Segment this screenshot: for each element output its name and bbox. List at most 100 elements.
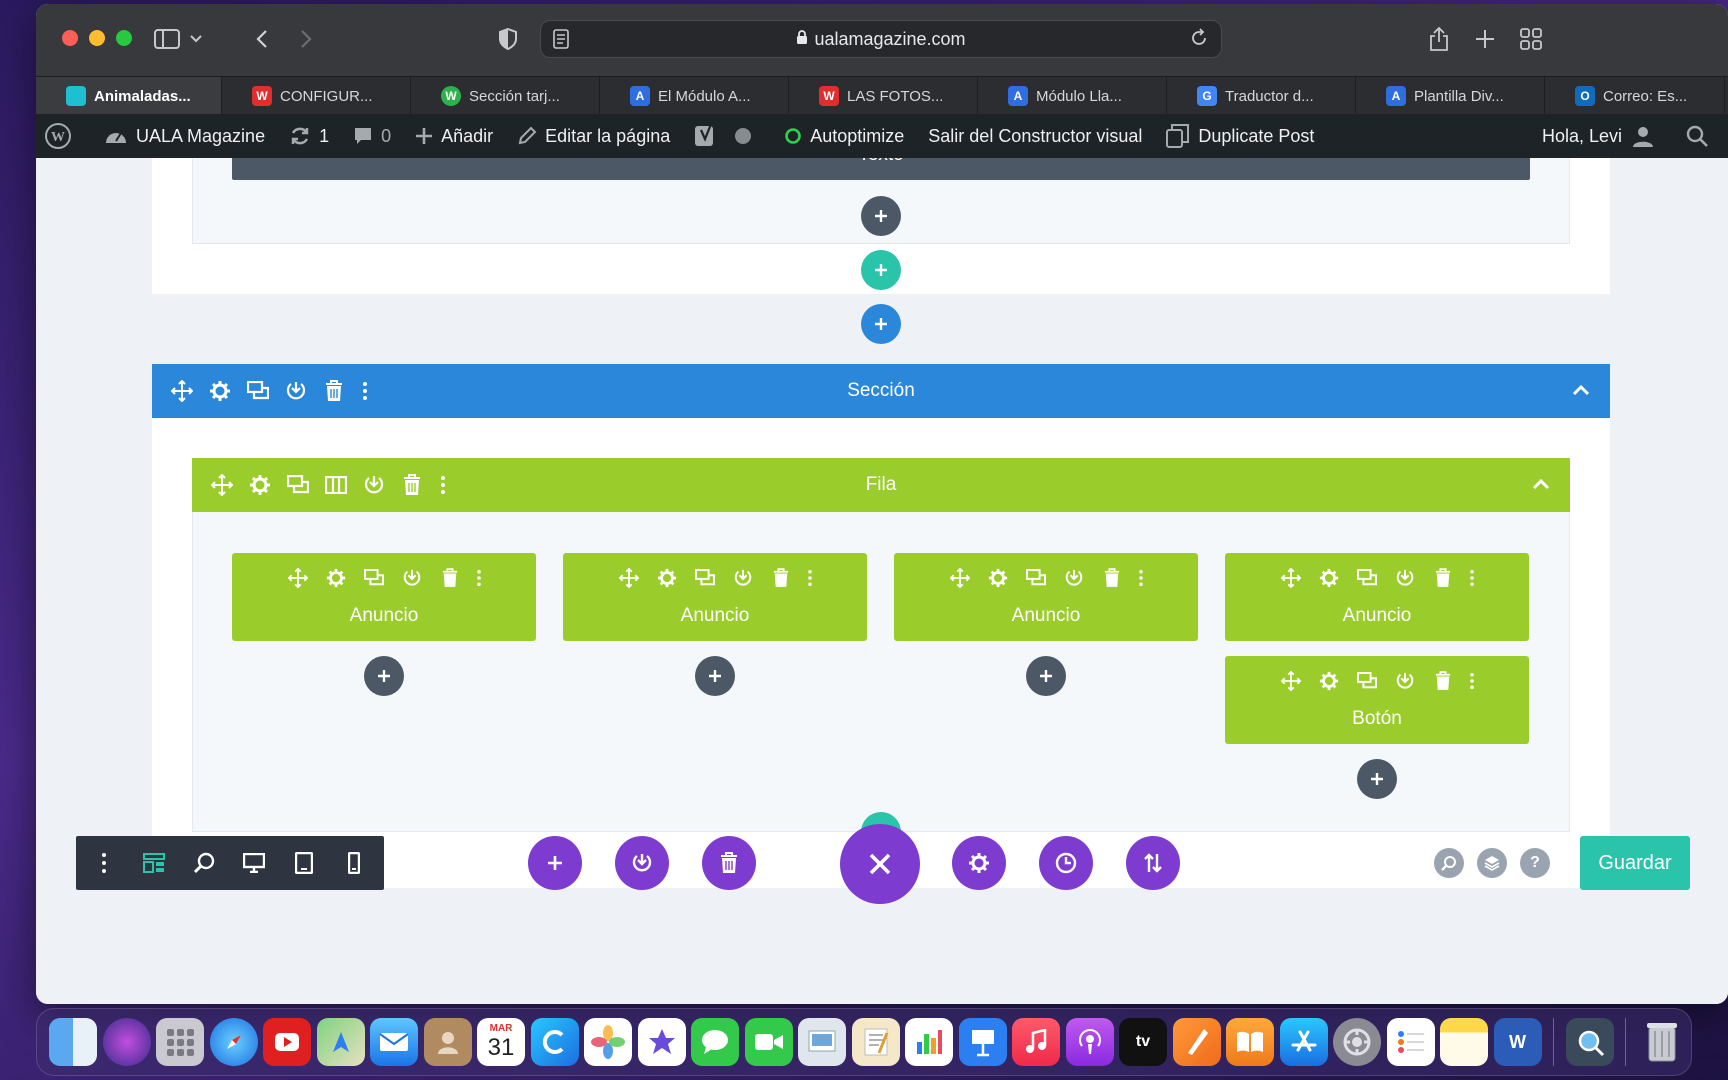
module-anuncio-4[interactable]: Anuncio: [1225, 553, 1529, 641]
page-settings-button[interactable]: [952, 836, 1006, 890]
add-layout-button[interactable]: [528, 836, 582, 890]
messages-icon[interactable]: [691, 1018, 739, 1066]
tab-plantilla[interactable]: A Plantilla Div...: [1356, 77, 1545, 115]
edit-page-link[interactable]: Editar la página: [505, 114, 682, 158]
reader-page-icon[interactable]: [553, 29, 569, 54]
duplicate-icon[interactable]: [361, 567, 387, 589]
add-row-button[interactable]: [861, 250, 901, 290]
text-module-bar[interactable]: Texto: [232, 158, 1530, 180]
wp-logo-menu[interactable]: W: [36, 114, 92, 158]
system-preferences-icon[interactable]: [1333, 1018, 1381, 1066]
add-module-button-col4[interactable]: [1357, 759, 1397, 799]
minimize-window-button[interactable]: [89, 30, 105, 46]
gear-icon[interactable]: [248, 473, 272, 497]
word-icon[interactable]: W: [1493, 1018, 1542, 1066]
app-store-icon[interactable]: [1279, 1018, 1328, 1066]
more-options-icon[interactable]: [1137, 567, 1145, 589]
duplicate-icon[interactable]: [1354, 567, 1380, 589]
music-icon[interactable]: [1012, 1018, 1060, 1066]
gear-icon[interactable]: [1316, 567, 1342, 589]
module-anuncio-2[interactable]: Anuncio: [563, 553, 867, 641]
textedit-icon[interactable]: [851, 1018, 900, 1066]
add-module-button[interactable]: [861, 196, 901, 236]
tab-correo[interactable]: O Correo: Es...: [1545, 77, 1725, 115]
tab-animaladas[interactable]: Animaladas...: [36, 77, 222, 115]
move-icon[interactable]: [285, 567, 311, 589]
module-anuncio-3[interactable]: Anuncio: [894, 553, 1198, 641]
photos-icon[interactable]: [584, 1018, 632, 1066]
save-to-library-button[interactable]: [615, 836, 669, 890]
more-options-icon[interactable]: [360, 379, 370, 403]
duplicate-icon[interactable]: [286, 473, 310, 497]
move-icon[interactable]: [616, 567, 642, 589]
safari-icon[interactable]: [209, 1018, 258, 1066]
columns-icon[interactable]: [324, 473, 348, 497]
gear-icon[interactable]: [323, 567, 349, 589]
trash-icon[interactable]: [437, 567, 463, 589]
finder-icon[interactable]: [49, 1018, 97, 1066]
more-options-icon[interactable]: [1468, 670, 1476, 692]
move-icon[interactable]: [1278, 670, 1304, 692]
trash-icon[interactable]: [1430, 670, 1456, 692]
tab-modulo-lla[interactable]: A Módulo Lla...: [978, 77, 1167, 115]
gear-icon[interactable]: [985, 567, 1011, 589]
more-options-icon[interactable]: [806, 567, 814, 589]
youtube-icon[interactable]: [263, 1018, 311, 1066]
search-icon[interactable]: [1434, 848, 1464, 878]
podcasts-icon[interactable]: [1065, 1018, 1114, 1066]
add-module-button-col3[interactable]: [1026, 656, 1066, 696]
duplicate-icon[interactable]: [1023, 567, 1049, 589]
save-to-library-icon[interactable]: [284, 379, 308, 403]
tab-el-modulo[interactable]: A El Módulo A...: [600, 77, 789, 115]
add-module-button-col2[interactable]: [695, 656, 735, 696]
reminders-icon[interactable]: [1386, 1018, 1435, 1066]
privacy-shield-icon[interactable]: [496, 22, 520, 56]
help-icon[interactable]: ?: [1520, 848, 1550, 878]
row-bar[interactable]: Fila: [192, 458, 1570, 512]
more-options-icon[interactable]: [438, 473, 448, 497]
contacts-icon[interactable]: [423, 1018, 472, 1066]
module-anuncio-1[interactable]: Anuncio: [232, 553, 536, 641]
move-icon[interactable]: [170, 379, 194, 403]
close-window-button[interactable]: [62, 30, 78, 46]
layers-icon[interactable]: [1477, 848, 1507, 878]
address-bar[interactable]: ualamagazine.com: [540, 20, 1222, 58]
admin-search-button[interactable]: [1674, 114, 1728, 158]
cloudapp-icon[interactable]: [530, 1018, 579, 1066]
duplicate-icon[interactable]: [246, 379, 270, 403]
numbers-icon[interactable]: [905, 1018, 953, 1066]
portability-button[interactable]: [1126, 836, 1180, 890]
books-icon[interactable]: [1226, 1018, 1274, 1066]
trash-icon[interactable]: [1638, 1018, 1686, 1066]
collapse-chevron-up-icon[interactable]: [1572, 380, 1590, 402]
comments-menu[interactable]: 0: [341, 114, 403, 158]
gear-icon[interactable]: [208, 379, 232, 403]
calendar-icon[interactable]: MAR 31: [477, 1018, 525, 1066]
trash-icon[interactable]: [768, 567, 794, 589]
updates-menu[interactable]: 1: [277, 114, 341, 158]
new-tab-icon[interactable]: [1472, 22, 1498, 56]
keynote-icon[interactable]: [958, 1018, 1007, 1066]
tab-overview-icon[interactable]: [1518, 22, 1544, 56]
close-settings-button[interactable]: [840, 824, 920, 904]
wireframe-view-icon[interactable]: [140, 849, 168, 877]
autoptimize-menu[interactable]: Autoptimize: [772, 114, 916, 158]
tab-seccion-tarj[interactable]: W Sección tarj...: [411, 77, 600, 115]
forward-icon[interactable]: [294, 22, 318, 56]
save-button[interactable]: Guardar: [1580, 836, 1690, 890]
tablet-view-icon[interactable]: [290, 849, 318, 877]
add-section-button[interactable]: [861, 304, 901, 344]
clear-layout-button[interactable]: [702, 836, 756, 890]
gear-icon[interactable]: [654, 567, 680, 589]
mail-icon[interactable]: [370, 1018, 418, 1066]
yoast-menu[interactable]: [682, 114, 772, 158]
exit-visual-builder-link[interactable]: Salir del Constructor visual: [916, 114, 1154, 158]
pages-icon[interactable]: [1172, 1018, 1221, 1066]
site-name-menu[interactable]: UALA Magazine: [92, 114, 277, 158]
phone-view-icon[interactable]: [340, 849, 368, 877]
trash-icon[interactable]: [1099, 567, 1125, 589]
duplicate-post-link[interactable]: Duplicate Post: [1154, 114, 1326, 158]
move-icon[interactable]: [210, 473, 234, 497]
facetime-icon[interactable]: [744, 1018, 793, 1066]
launchpad-icon[interactable]: [156, 1018, 204, 1066]
